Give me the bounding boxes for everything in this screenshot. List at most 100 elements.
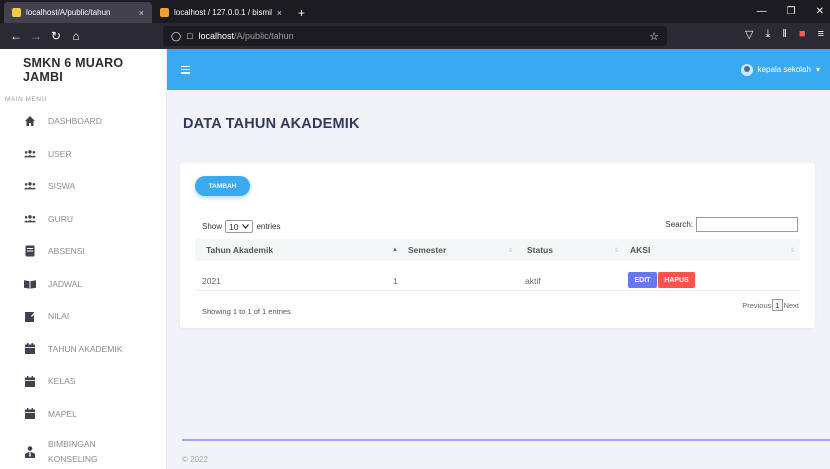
page-icon: □ [187, 31, 193, 41]
favicon-icon [12, 8, 21, 17]
browser-tab-bar: localhost/A/public/tahun × localhost / 1… [0, 0, 830, 23]
users-icon [24, 148, 36, 160]
library-icon[interactable]: ‖ [782, 28, 787, 41]
url-bar[interactable]: ◯ □ localhost/A/public/tahun ☆ [163, 26, 667, 46]
sidebar-item-mapel[interactable]: MAPEL [0, 398, 166, 431]
sidebar-item-siswa[interactable]: SISWA [0, 170, 166, 203]
url-path: /A/public/tahun [234, 31, 294, 41]
search-control: Search: [665, 217, 798, 232]
home-icon [24, 115, 36, 127]
sidebar-item-jadwal[interactable]: JADWAL [0, 268, 166, 301]
back-icon[interactable]: ← [6, 29, 26, 43]
sidebar-item-label: NILAI [48, 311, 70, 322]
sidebar-item-label: TAHUN AKADEMIK [48, 343, 123, 354]
entries-length-control: Show 10 entries [202, 220, 281, 233]
footer-copyright: © 2022 [182, 455, 208, 464]
menu-icon[interactable]: ≡ [818, 28, 824, 41]
delete-button[interactable]: HAPUS [658, 272, 695, 288]
clipboard-icon [24, 245, 36, 257]
search-input[interactable] [696, 217, 798, 232]
add-button[interactable]: TAMBAH [195, 176, 250, 196]
close-window-icon[interactable]: ✕ [816, 6, 824, 17]
cell-tahun: 2021 [202, 276, 221, 286]
browser-tab-phpmyadmin[interactable]: localhost / 127.0.0.1 / bismillah × [152, 2, 290, 23]
hamburger-menu-icon[interactable] [181, 65, 190, 74]
sidebar: SMKN 6 MUARO JAMBI MAIN MENU DASHBOARD U… [0, 49, 167, 469]
next-button[interactable]: Next [784, 301, 799, 310]
cell-semester: 1 [393, 276, 398, 286]
browser-tab-active[interactable]: localhost/A/public/tahun × [4, 2, 152, 23]
calendar-icon [24, 408, 36, 420]
sidebar-item-guru[interactable]: GURU [0, 203, 166, 236]
book-icon [24, 278, 36, 290]
users-icon [24, 180, 36, 192]
browser-nav-bar: ← → ↻ ⌂ ◯ □ localhost/A/public/tahun ☆ ▽… [0, 23, 830, 49]
favicon-icon [160, 8, 169, 17]
sidebar-item-label: JADWAL [48, 278, 83, 289]
sidebar-item-label: KELAS [48, 376, 76, 387]
pagination: Previous 1 Next [742, 299, 799, 311]
calendar-icon [24, 343, 36, 355]
reload-icon[interactable]: ↻ [46, 29, 66, 43]
user-name: kepala sekolah [757, 65, 811, 74]
entries-label: entries [256, 222, 281, 231]
minimize-icon[interactable]: — [757, 6, 767, 17]
download-icon[interactable]: ⤓ [766, 28, 771, 41]
forward-icon[interactable]: → [26, 29, 46, 43]
sort-icon: ⇕ [790, 248, 796, 254]
tab-title: localhost/A/public/tahun [26, 8, 111, 17]
column-header-status[interactable]: Status [527, 239, 553, 261]
column-header-tahun[interactable]: Tahun Akademik [206, 239, 273, 261]
home-icon[interactable]: ⌂ [66, 29, 86, 43]
table-row [195, 269, 800, 291]
sort-icon: ⇕ [614, 248, 620, 254]
column-header-aksi[interactable]: AKSI [630, 239, 650, 261]
tab-close-icon[interactable]: × [277, 8, 282, 18]
sidebar-item-nilai[interactable]: NILAI [0, 300, 166, 333]
sidebar-item-user[interactable]: USER [0, 138, 166, 171]
show-label: Show [202, 222, 223, 231]
sidebar-item-label: GURU [48, 213, 74, 224]
data-card: TAMBAH Show 10 entries Search: Tahun Aka… [180, 163, 815, 328]
url-host: localhost [198, 31, 235, 41]
shield-icon: ◯ [171, 30, 182, 41]
tab-title: localhost / 127.0.0.1 / bismillah [174, 8, 272, 17]
sidebar-item-label: BIMBINGAN KONSELING [48, 439, 98, 464]
users-icon [24, 213, 36, 225]
page-1-button[interactable]: 1 [772, 299, 783, 311]
sidebar-item-label: ABSENSI [48, 246, 85, 257]
restore-icon[interactable]: ❐ [787, 6, 796, 17]
brand-title[interactable]: SMKN 6 MUARO JAMBI [0, 49, 166, 90]
column-header-semester[interactable]: Semester [408, 239, 446, 261]
window-controls: — ❐ ✕ [757, 0, 830, 23]
edit-icon [24, 310, 36, 322]
sidebar-item-label: MAPEL [48, 408, 77, 419]
toolbar-icons: ▽ ⤓ ‖ ■ ≡ [745, 28, 824, 41]
top-header: kepala sekolah ▾ [167, 49, 830, 90]
footer-divider [182, 439, 830, 441]
sidebar-item-label: USER [48, 148, 72, 159]
edit-button[interactable]: EDIT [628, 272, 657, 288]
avatar [740, 63, 753, 76]
entries-select[interactable]: 10 [225, 220, 254, 233]
table-header [195, 239, 800, 261]
user-tie-icon [24, 446, 36, 458]
sidebar-item-kelas[interactable]: KELAS [0, 365, 166, 398]
sort-icon: ⇕ [508, 248, 514, 254]
sidebar-item-bimbingan-konseling[interactable]: BIMBINGAN KONSELING [0, 430, 166, 469]
bookmark-star-icon[interactable]: ☆ [649, 30, 659, 43]
previous-button[interactable]: Previous [742, 301, 771, 310]
sidebar-item-absensi[interactable]: ABSENSI [0, 235, 166, 268]
calendar-icon [24, 375, 36, 387]
sidebar-item-tahun-akademik[interactable]: TAHUN AKADEMIK [0, 333, 166, 366]
sidebar-item-dashboard[interactable]: DASHBOARD [0, 105, 166, 138]
tab-close-icon[interactable]: × [139, 8, 144, 18]
cell-status: aktif [525, 276, 541, 286]
chevron-down-icon [242, 224, 250, 229]
sidebar-item-label: DASHBOARD [48, 116, 102, 127]
user-dropdown[interactable]: kepala sekolah ▾ [740, 63, 820, 76]
pocket-icon[interactable]: ▽ [745, 28, 753, 41]
extension-icon[interactable]: ■ [799, 28, 806, 41]
new-tab-button[interactable]: + [290, 2, 313, 23]
table-info: Showing 1 to 1 of 1 entries [202, 307, 291, 316]
